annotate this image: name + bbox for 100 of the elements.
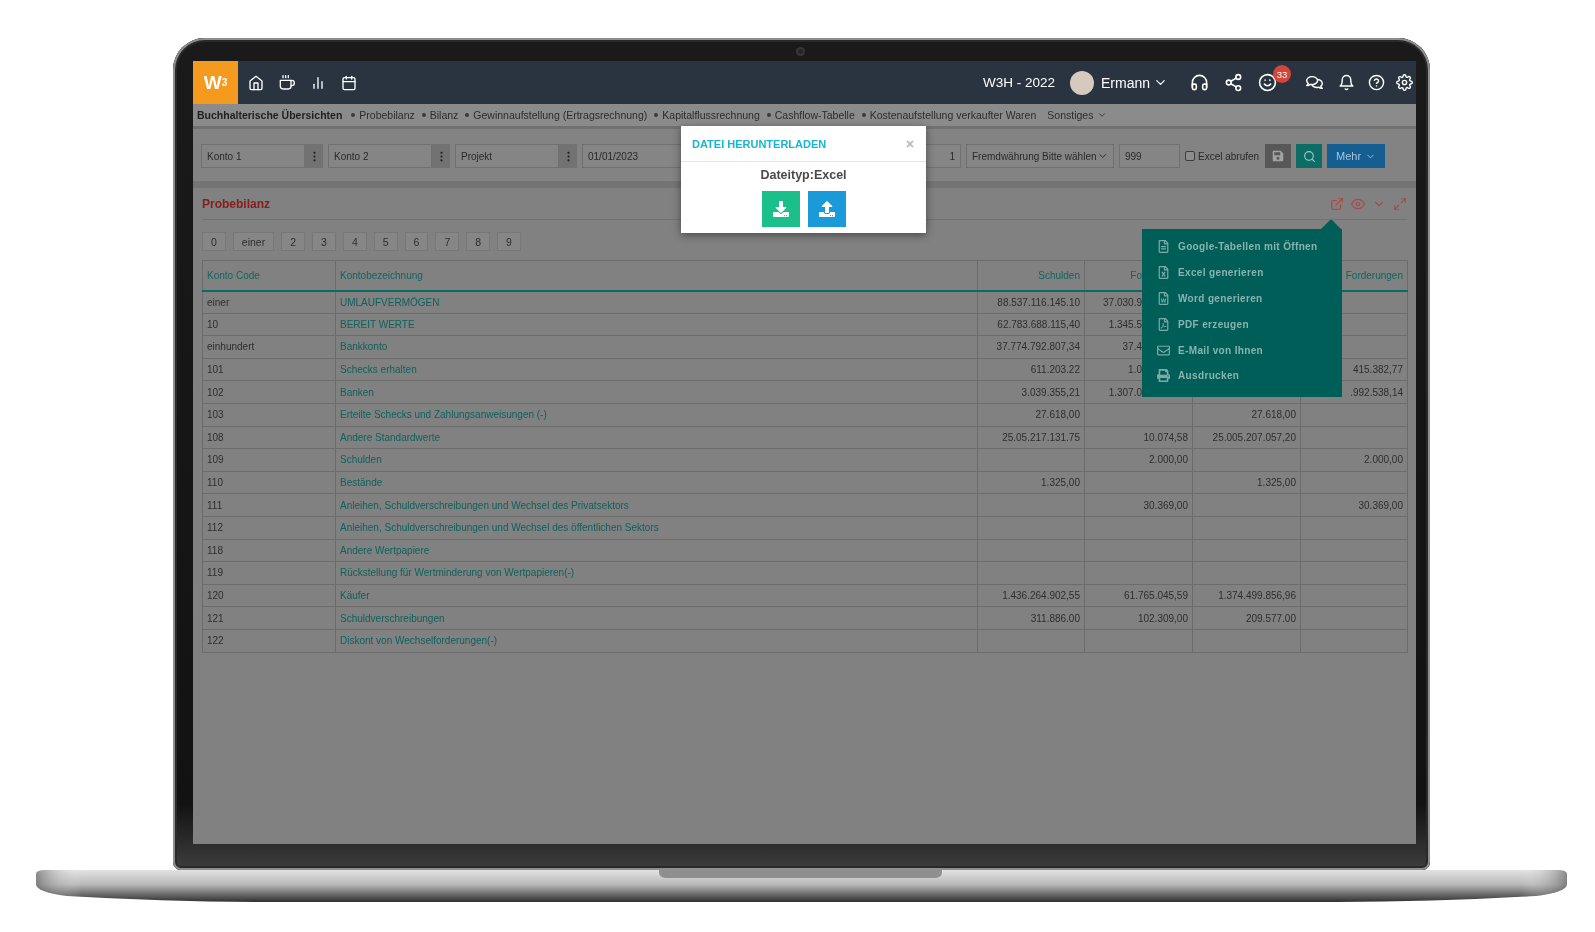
table-cell: 3.039.355,21 bbox=[977, 380, 1085, 404]
nav-link[interactable]: Bilanz bbox=[421, 109, 459, 121]
chevron-icon bbox=[1097, 110, 1108, 120]
calendar-icon bbox=[341, 74, 357, 91]
user-menu-button[interactable]: Ermann bbox=[1100, 74, 1168, 91]
account-name-cell: Schulden bbox=[335, 448, 978, 472]
account-name-cell: Anleihen, Schuldverschreibungen und Wechsel des Privatsektors bbox=[335, 493, 978, 517]
bell-icon bbox=[1338, 74, 1355, 91]
index-filter-button[interactable]: einer bbox=[232, 232, 275, 251]
document-icon bbox=[1157, 240, 1170, 254]
column-header: Schulden bbox=[977, 260, 1085, 291]
table-cell: 121 bbox=[202, 606, 336, 630]
table-cell: 2.000,00 bbox=[1300, 448, 1408, 472]
nav-dropdown[interactable]: Sonstiges bbox=[1047, 109, 1108, 121]
index-filter-button[interactable]: 5 bbox=[373, 232, 398, 251]
home-icon bbox=[248, 74, 264, 91]
download-icon bbox=[772, 201, 789, 217]
account-name-cell: Bestände bbox=[335, 471, 978, 494]
coffee-cup-button[interactable] bbox=[279, 74, 295, 91]
file-w-icon bbox=[1157, 292, 1170, 305]
nav-link[interactable]: Kostenaufstellung verkaufter Waren bbox=[861, 109, 1037, 121]
nav-link[interactable]: Probebilanz bbox=[351, 109, 415, 121]
index-filter-button[interactable]: 9 bbox=[497, 232, 521, 251]
search-button[interactable] bbox=[1296, 144, 1322, 168]
account-name-cell: Banken bbox=[335, 380, 978, 404]
nav-link[interactable]: Cashflow-Tabelle bbox=[766, 109, 855, 121]
share-button[interactable] bbox=[1224, 73, 1243, 92]
table-cell: 1.325,00 bbox=[1192, 471, 1301, 494]
table-cell: 27.618,00 bbox=[977, 403, 1085, 427]
table-cell: 611.203.22 bbox=[977, 358, 1085, 381]
upload-button[interactable] bbox=[807, 191, 846, 227]
index-filter-button[interactable]: 2 bbox=[281, 232, 306, 251]
select-field[interactable]: Fremdwährung Bitte wählen bbox=[966, 144, 1114, 168]
options-button[interactable] bbox=[305, 144, 323, 168]
file-pdf-icon bbox=[1157, 317, 1170, 331]
checkbox[interactable] bbox=[1185, 151, 1195, 161]
download-button[interactable] bbox=[761, 191, 800, 227]
chat-button[interactable] bbox=[1306, 74, 1323, 91]
table-cell: 102 bbox=[202, 380, 336, 404]
calendar-button[interactable] bbox=[341, 74, 357, 91]
help-icon bbox=[1368, 74, 1385, 91]
picker-field[interactable]: Konto 2 bbox=[328, 144, 432, 168]
table-cell: 25.005.207.057,20 bbox=[1192, 426, 1301, 449]
table-cell: 37.774.792.807,34 bbox=[977, 335, 1085, 359]
support-button[interactable] bbox=[1190, 73, 1209, 92]
dialog-title: DATEI HERUNTERLADEN bbox=[692, 137, 827, 150]
table-cell: einer bbox=[202, 290, 336, 314]
index-filter-button[interactable]: 6 bbox=[404, 232, 429, 251]
report-title: Probebilanz bbox=[202, 196, 270, 211]
table-cell: 101 bbox=[202, 358, 336, 381]
smiley-button[interactable] bbox=[1258, 73, 1277, 92]
picker-field[interactable]: Projekt bbox=[455, 144, 559, 168]
bullet-icon bbox=[465, 113, 470, 117]
notifications-button[interactable] bbox=[1338, 74, 1355, 91]
account-name-cell: UMLAUFVERMÖGEN bbox=[335, 290, 978, 314]
index-filter-button[interactable]: 8 bbox=[466, 232, 491, 251]
index-filter-button[interactable]: 0 bbox=[202, 232, 226, 251]
table-cell: 311.886.00 bbox=[977, 606, 1085, 630]
help-button[interactable] bbox=[1368, 74, 1385, 91]
bar-chart-button[interactable] bbox=[310, 74, 326, 91]
table-cell: 1.436.264.902,55 bbox=[977, 584, 1085, 607]
checkbox-label: Excel abrufen bbox=[1198, 150, 1260, 162]
table-cell: 88.537.116.145.10 bbox=[977, 290, 1085, 314]
more-button[interactable]: Mehr bbox=[1327, 144, 1386, 168]
table-cell: 122 bbox=[202, 629, 336, 652]
close-button[interactable] bbox=[905, 138, 915, 149]
nav-link[interactable]: Gewinnaufstellung (Ertragsrechnung) bbox=[465, 109, 648, 121]
table-cell: 108 bbox=[202, 426, 336, 449]
index-filter-button[interactable]: 3 bbox=[312, 232, 336, 251]
table-cell: 1.325,00 bbox=[977, 471, 1085, 494]
home-button[interactable] bbox=[248, 74, 264, 91]
smiley-icon bbox=[1258, 73, 1277, 92]
account-name-cell: BEREIT WERTE bbox=[335, 313, 978, 336]
table-cell: 209.577.00 bbox=[1192, 606, 1301, 630]
upload-icon bbox=[818, 201, 835, 217]
date-field[interactable]: 01/01/2023 bbox=[582, 144, 682, 168]
settings-button[interactable] bbox=[1396, 74, 1413, 91]
table-cell: 110 bbox=[202, 471, 336, 494]
nav-link[interactable]: Kapitalflussrechnung bbox=[654, 109, 760, 121]
avatar bbox=[1069, 70, 1094, 95]
save-button[interactable] bbox=[1265, 144, 1291, 168]
picker-field[interactable]: Konto 1 bbox=[201, 144, 305, 168]
table-cell: 62.783.688.115,40 bbox=[977, 313, 1085, 336]
options-button[interactable] bbox=[432, 144, 450, 168]
chat-bubbles-icon bbox=[1306, 74, 1323, 91]
index-filter-button[interactable]: 4 bbox=[342, 232, 367, 251]
table-cell: 10 bbox=[202, 313, 336, 336]
menu-item[interactable]: Google-Tabellen mit Öffnen bbox=[1142, 234, 1342, 260]
options-button[interactable] bbox=[559, 144, 577, 168]
index-filter-button[interactable]: 7 bbox=[435, 232, 460, 251]
camera-icon bbox=[796, 47, 805, 56]
bar-chart-icon bbox=[310, 74, 326, 91]
table-cell: 27.618,00 bbox=[1192, 403, 1301, 427]
logo[interactable]: W$^{3}$ bbox=[193, 61, 238, 104]
account-name-cell: Diskont von Wechselforderungen(-) bbox=[335, 629, 978, 652]
text-field[interactable]: 999 bbox=[1119, 144, 1180, 168]
table-cell: 30.369,00 bbox=[1300, 493, 1408, 517]
column-header: Kontobezeichnung bbox=[335, 260, 978, 291]
table-cell: 61.765.045,59 bbox=[1084, 584, 1193, 607]
table-cell: 25.05.217.131.75 bbox=[977, 426, 1085, 449]
